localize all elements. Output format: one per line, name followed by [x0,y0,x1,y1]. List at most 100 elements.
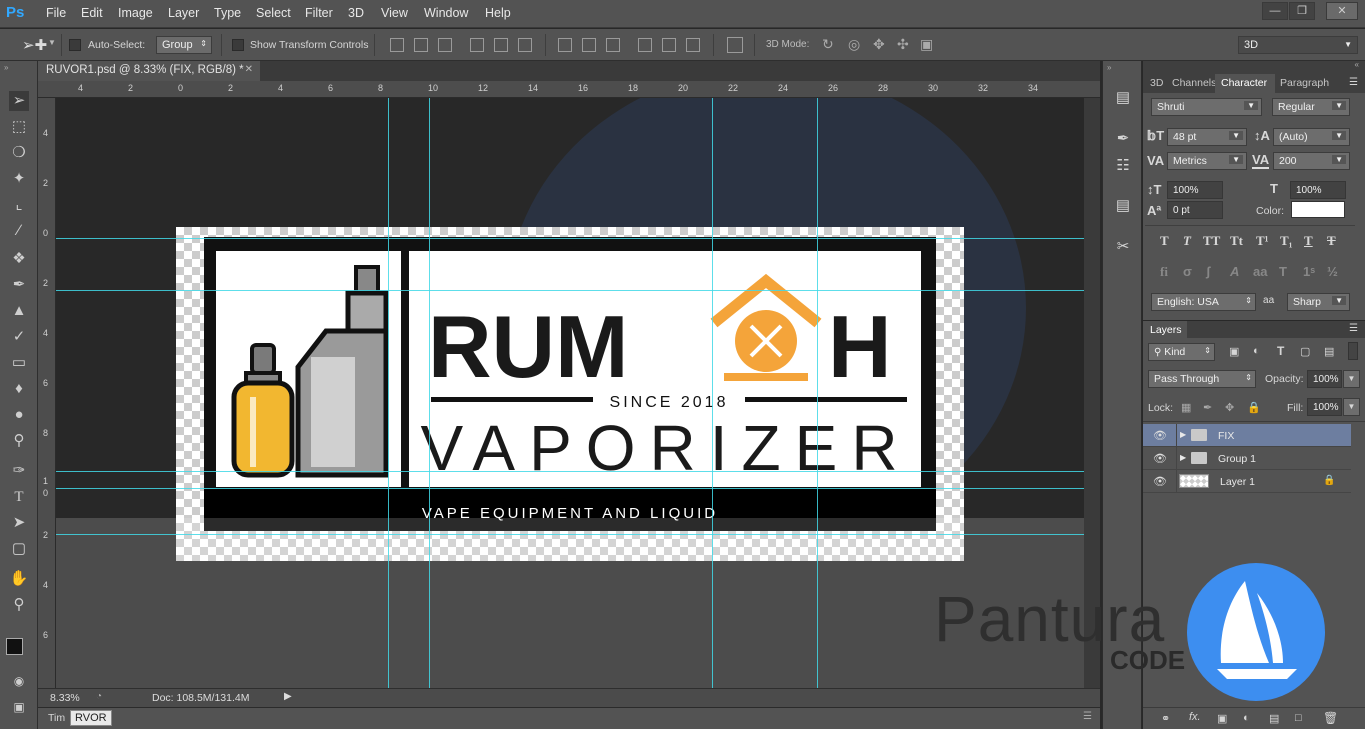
font-style-select[interactable]: Regular ▼ [1272,98,1350,116]
font-family-select[interactable]: Shruti ▼ [1151,98,1262,116]
restore-icon[interactable]: ❐ [1289,2,1315,20]
adjustment-layer-icon[interactable]: ◐ [1243,712,1250,724]
3d-pan-icon[interactable]: ✥ [873,36,885,53]
guide-horizontal[interactable] [56,471,1084,472]
move-tool-icon[interactable]: ➢✚ [22,36,47,54]
panel-menu-icon[interactable]: ☰ [1349,77,1358,88]
workspace-dropdown[interactable]: 3D ▼ [1238,36,1358,54]
brush-presets-icon[interactable]: ☷ [1112,156,1134,178]
auto-select-dropdown[interactable]: Group ⇕ [156,36,212,54]
distribute-top-icon[interactable] [558,38,572,52]
lasso-tool-icon[interactable]: ❍ [9,143,29,163]
filter-adjustment-icon[interactable]: ◐ [1253,345,1260,357]
collapse-icon[interactable]: « [1355,60,1359,69]
layer-name[interactable]: Layer 1 [1220,476,1255,488]
align-bottom-icon[interactable] [438,38,452,52]
layer-name[interactable]: FIX [1218,430,1234,442]
layer-row[interactable]: 👁 ▶ Group 1 [1143,447,1351,470]
collapse-icon[interactable]: » [1107,63,1111,72]
filter-shape-icon[interactable]: ▢ [1300,345,1310,358]
antialias-select[interactable]: Sharp ▼ [1287,293,1350,311]
menu-3d[interactable]: 3D [348,6,364,20]
layer-filter-select[interactable]: ⚲ Kind ⇕ [1148,343,1215,361]
distribute-bottom-icon[interactable] [606,38,620,52]
expand-arrow-icon[interactable]: ▶ [1180,430,1186,439]
tab-3d[interactable]: 3D [1150,77,1163,89]
auto-select-checkbox[interactable] [69,39,81,51]
layer-row[interactable]: 👁 ▶ FIX [1143,424,1351,447]
menu-help[interactable]: Help [485,6,511,20]
foreground-color-swatch[interactable] [6,638,23,655]
ordinals-icon[interactable]: T [1279,264,1287,279]
layer-name[interactable]: Group 1 [1218,453,1256,465]
fill-field[interactable]: 100% [1307,398,1342,416]
small-caps-icon[interactable]: Tt [1230,233,1243,249]
history-brush-icon[interactable]: ✓ [9,327,29,347]
marquee-tool-icon[interactable]: ⬚ [9,117,29,137]
healing-brush-icon[interactable]: ❖ [9,249,29,269]
distribute-vcenter-icon[interactable] [582,38,596,52]
faux-italic-icon[interactable]: T [1183,233,1191,249]
blur-tool-icon[interactable]: ● [9,405,29,425]
status-menu-arrow-icon[interactable]: ▶ [284,691,292,702]
blend-mode-select[interactable]: Pass Through ⇕ [1148,370,1256,388]
guide-vertical[interactable] [388,98,389,688]
underline-icon[interactable]: T [1304,233,1313,249]
subscript-icon[interactable]: T₁ [1280,233,1293,249]
eyedropper-icon[interactable]: ∕ [9,221,29,241]
guide-horizontal[interactable] [56,534,1084,535]
language-select[interactable]: English: USA ⇕ [1151,293,1256,311]
menu-file[interactable]: File [46,6,66,20]
path-select-icon[interactable]: ➤ [9,513,29,533]
auto-align-icon[interactable] [727,37,743,53]
ordinals-st-icon[interactable]: 1ˢ [1303,264,1315,279]
new-group-icon[interactable]: ▤ [1269,712,1279,725]
filter-toggle[interactable] [1348,342,1358,360]
guide-vertical[interactable] [429,98,430,688]
3d-rotate-icon[interactable]: ↻ [822,36,834,53]
brush-tool-icon[interactable]: ✒ [9,275,29,295]
add-mask-icon[interactable]: ▣ [1217,712,1227,725]
new-layer-icon[interactable]: □ [1295,712,1302,724]
tracking-field[interactable]: 200 ▼ [1273,152,1350,170]
menu-edit[interactable]: Edit [81,6,103,20]
titling-alternates-icon[interactable]: aa [1253,264,1267,279]
guide-horizontal[interactable] [56,238,1084,239]
panel-menu-icon[interactable]: ☰ [1083,711,1092,722]
guide-horizontal[interactable] [56,290,1084,291]
clone-source-icon[interactable]: ▤ [1112,196,1134,218]
visibility-eye-icon[interactable]: 👁 [1153,429,1167,442]
rectangle-tool-icon[interactable]: ▢ [9,539,29,559]
menu-view[interactable]: View [381,6,408,20]
font-size-field[interactable]: 48 pt ▼ [1167,128,1247,146]
menu-image[interactable]: Image [118,6,153,20]
opacity-field[interactable]: 100% [1307,370,1342,388]
document-tab[interactable]: RUVOR1.psd @ 8.33% (FIX, RGB/8) * ✕ [38,61,260,81]
tool-presets-icon[interactable]: ✂ [1112,237,1134,259]
3d-slide-icon[interactable]: ✣ [897,36,909,53]
leading-field[interactable]: (Auto) ▼ [1273,128,1350,146]
tab-layers[interactable]: Layers [1150,324,1182,336]
superscript-icon[interactable]: T¹ [1256,233,1269,249]
fractions-icon[interactable]: ½ [1327,264,1338,279]
lock-position-icon[interactable]: ✥ [1225,401,1234,414]
distribute-right-icon[interactable] [686,38,700,52]
fx-icon[interactable]: fx. [1189,711,1201,723]
align-vcenter-icon[interactable] [414,38,428,52]
chevron-down-icon[interactable]: ▼ [48,38,56,47]
align-top-icon[interactable] [390,38,404,52]
menu-select[interactable]: Select [256,6,291,20]
kerning-field[interactable]: Metrics ▼ [1167,152,1247,170]
pen-tool-icon[interactable]: ✑ [9,461,29,481]
all-caps-icon[interactable]: TT [1203,233,1220,249]
align-left-icon[interactable] [470,38,484,52]
dodge-tool-icon[interactable]: ⚲ [9,431,29,451]
strikethrough-icon[interactable]: T [1327,233,1336,249]
timeline-label[interactable]: Tim [48,712,65,724]
lock-all-icon[interactable]: 🔒 [1247,401,1261,414]
hand-tool-icon[interactable]: ✋ [9,569,29,589]
baseline-shift-field[interactable]: 0 pt [1167,201,1223,219]
tab-paragraph[interactable]: Paragraph [1280,77,1336,89]
layer-row[interactable]: 👁 Layer 1 🔒 [1143,470,1351,493]
visibility-eye-icon[interactable]: 👁 [1153,475,1167,488]
